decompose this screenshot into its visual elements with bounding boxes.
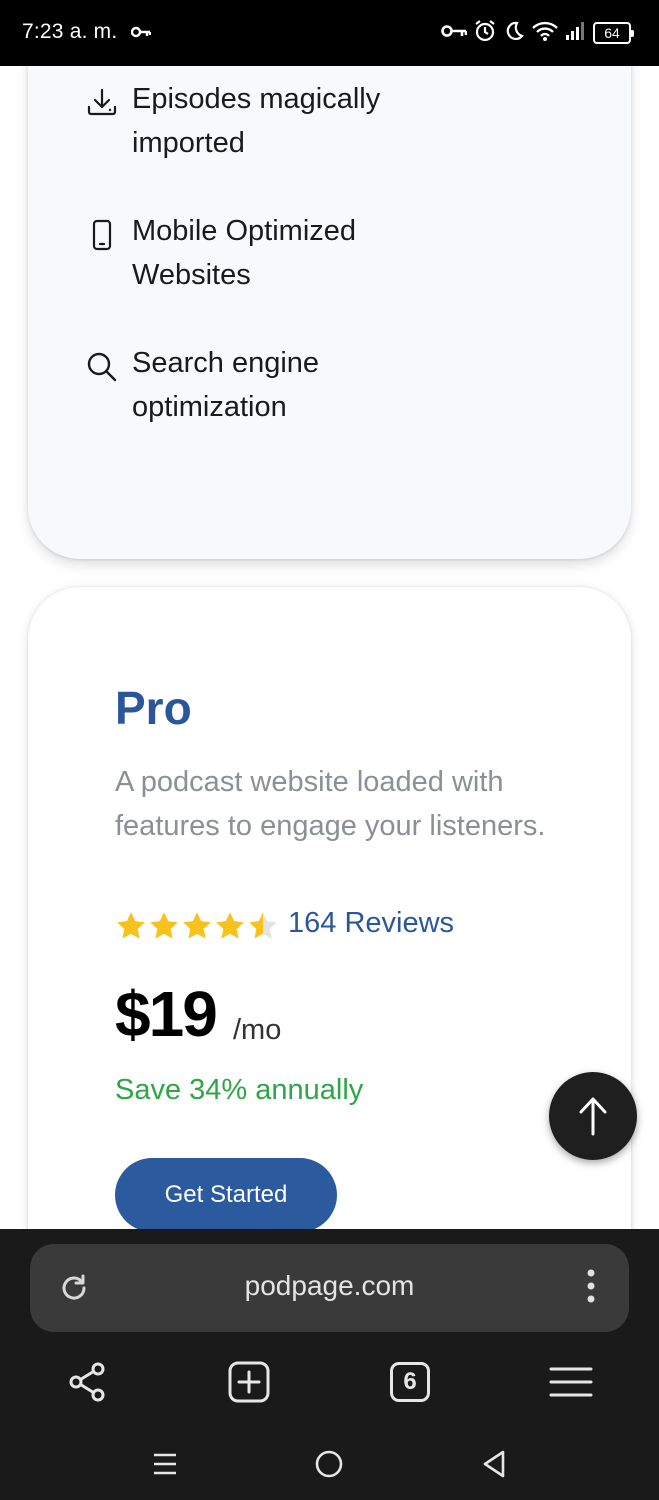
browser-toolbar: podpage.com 6 [0,1229,659,1425]
annual-savings: Save 34% annually [115,1074,364,1106]
address-bar[interactable]: podpage.com [30,1244,629,1332]
arrow-up-icon [579,1097,607,1136]
feature-text: Episodes magically imported [132,83,381,159]
do-not-disturb-moon-icon [503,20,525,47]
star-icon [183,912,211,939]
share-button[interactable] [65,1360,109,1404]
wifi-icon [531,20,559,47]
vpn-key-icon [130,25,152,43]
battery-icon: 64 [593,22,634,44]
feature-item: Episodes magically imported [86,77,432,165]
add-tab-icon [228,1361,270,1403]
alarm-icon [473,19,497,48]
search-icon [86,351,118,383]
status-time: 7:23 a. m. [22,20,118,43]
tabs-button[interactable]: 6 [388,1360,432,1404]
star-icon [117,912,145,939]
download-icon [86,87,118,119]
home-circle-icon [315,1450,343,1478]
hamburger-menu-icon [549,1367,593,1397]
browser-menu-button[interactable] [549,1360,593,1404]
system-navigation-bar [0,1425,659,1500]
star-rating [115,911,279,941]
price-period: /mo [233,1014,282,1046]
get-started-button[interactable]: Get Started [115,1158,337,1229]
half-star-icon [249,912,277,939]
web-content: Episodes magically imported Mobile Optim… [0,66,659,1229]
plan-card-pro: Pro A podcast website loaded with featur… [28,587,631,1229]
feature-item: Mobile Optimized Websites [86,209,432,297]
status-bar: 7:23 a. m. 64 [0,0,659,66]
reviews-link[interactable]: 164 Reviews [288,907,454,940]
mobile-phone-icon [86,219,118,251]
star-icon [150,912,178,939]
home-button[interactable] [314,1449,344,1479]
vpn-key-icon [441,24,468,43]
recent-apps-button[interactable] [150,1449,180,1479]
signal-icon [565,21,587,46]
url-text[interactable]: podpage.com [30,1270,629,1302]
plan-title: Pro [115,682,192,734]
more-options-icon[interactable] [587,1268,595,1313]
scroll-to-top-button[interactable] [549,1072,637,1160]
share-icon [69,1362,105,1402]
feature-text: Mobile Optimized Websites [132,215,357,291]
back-button[interactable] [479,1449,509,1479]
feature-text: Search engine optimization [132,347,320,423]
tab-count: 6 [390,1362,430,1402]
recent-apps-icon [154,1453,176,1475]
plan-price: $19 [115,978,218,1050]
star-icon [216,912,244,939]
feature-item: Search engine optimization [86,341,432,429]
new-tab-button[interactable] [227,1360,271,1404]
plan-description: A podcast website loaded with features t… [115,766,546,842]
back-triangle-icon [483,1450,505,1478]
